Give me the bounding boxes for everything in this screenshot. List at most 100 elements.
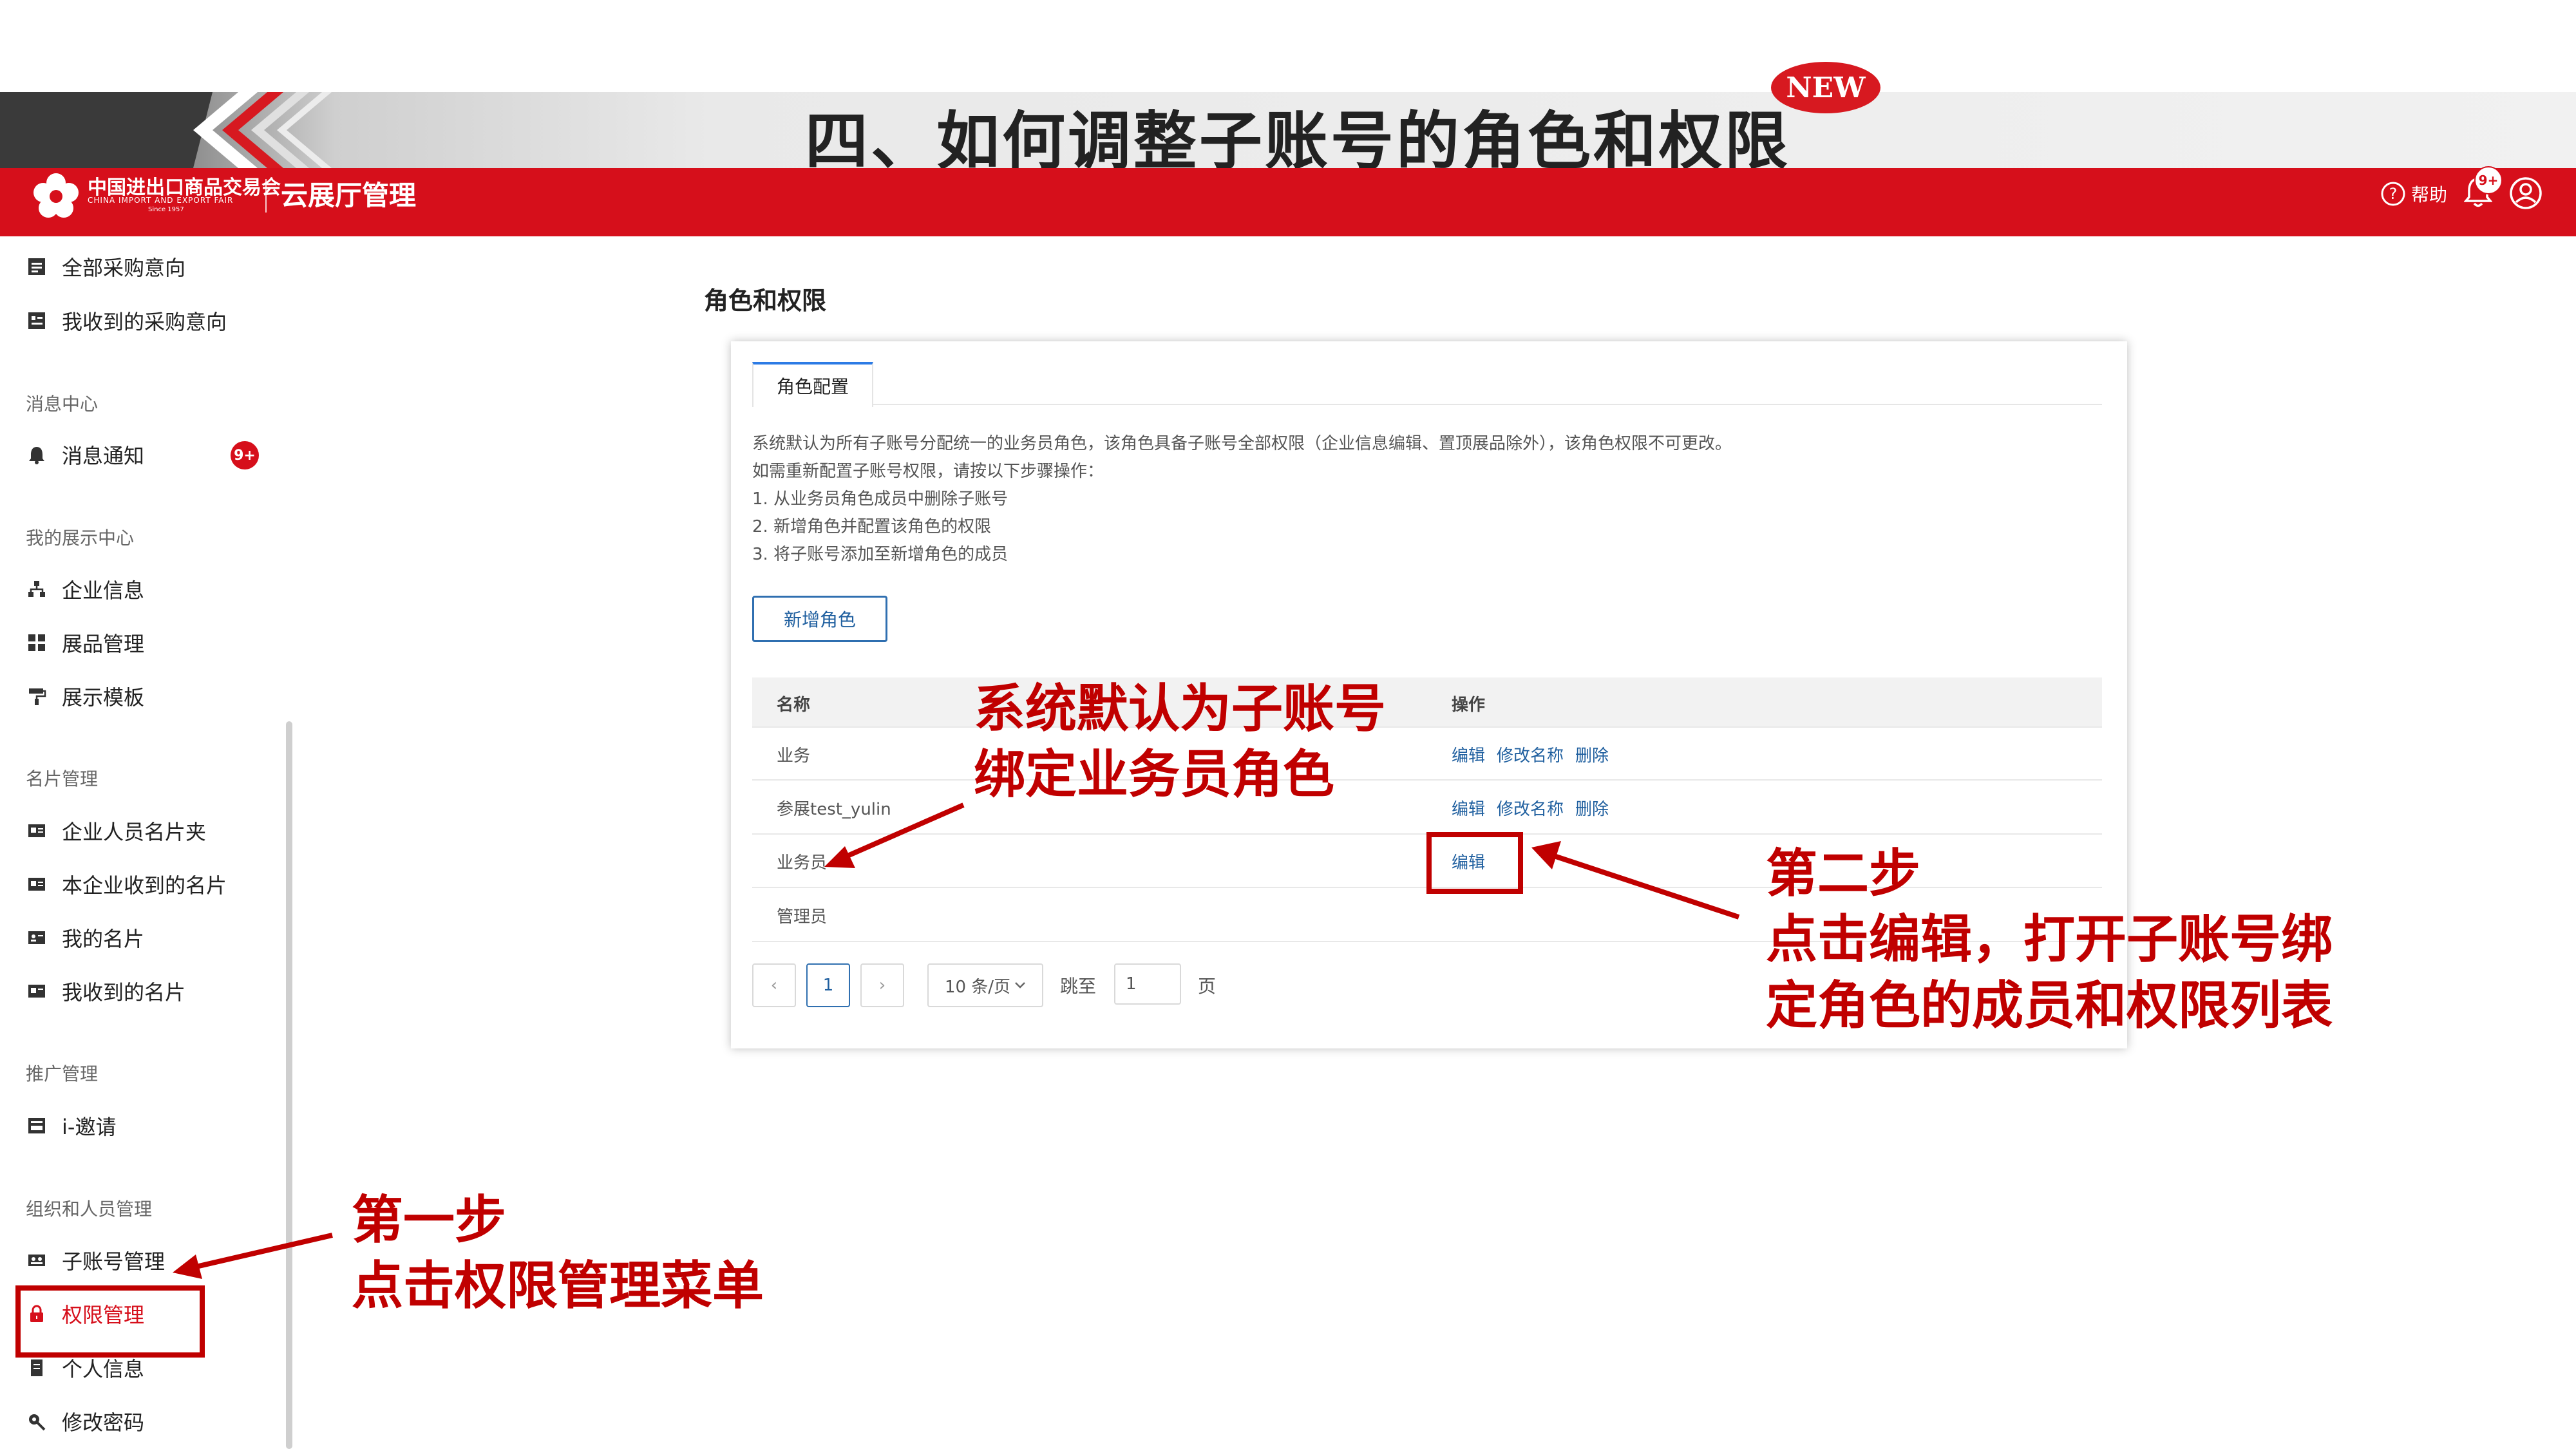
tab-role-config[interactable]: 角色配置	[752, 362, 873, 407]
description-line: 2. 新增角色并配置该角色的权限	[752, 517, 992, 536]
brand-title[interactable]: 云展厅管理	[281, 174, 416, 213]
step2-annotation: 第二步 点击编辑，打开子账号绑 定角色的成员和权限列表	[1766, 841, 2333, 1039]
sidebar-section-messages: 消息中心	[26, 393, 99, 415]
card-icon	[26, 873, 48, 895]
delete-link[interactable]: 删除	[1575, 796, 1609, 820]
arrow-to-edit-icon	[1531, 841, 1740, 920]
row-divider	[752, 779, 2102, 781]
sidebar-item-label: 企业信息	[62, 578, 145, 603]
sidebar-item-staff-cards[interactable]: 企业人员名片夹	[26, 811, 206, 850]
sidebar-item-label: 展品管理	[62, 632, 145, 656]
page-size-select[interactable]: 10 条/页	[927, 963, 1043, 1007]
table-header	[752, 677, 2102, 726]
sidebar-item-label: 本企业收到的名片	[62, 873, 227, 898]
logo-since: Since 1957	[148, 206, 184, 213]
invite-icon	[26, 1115, 48, 1137]
role-annotation: 系统默认为子账号 绑定业务员角色	[974, 676, 1386, 808]
sidebar-item-all-purchase[interactable]: 全部采购意向	[26, 247, 185, 286]
sidebar-section-exhibit: 我的展示中心	[26, 527, 135, 549]
sidebar-item-label: 企业人员名片夹	[62, 820, 207, 844]
grid-icon	[26, 632, 48, 654]
rename-link[interactable]: 修改名称	[1497, 743, 1564, 766]
column-header-name: 名称	[777, 696, 811, 715]
description-line: 3. 将子账号添加至新增角色的成员	[752, 545, 1009, 564]
users-icon	[26, 1249, 48, 1271]
jump-label: 跳至	[1060, 976, 1097, 997]
chevron-decoration	[0, 92, 332, 168]
sidebar-item-invite[interactable]: i-邀请	[26, 1106, 116, 1145]
sidebar-item-notifications[interactable]: 消息通知	[26, 435, 144, 474]
sidebar-scrollbar[interactable]	[286, 721, 292, 1449]
description-line: 系统默认为所有子账号分配统一的业务员角色，该角色具备子账号全部权限（企业信息编辑…	[752, 434, 1732, 453]
step1-annotation: 第一步 点击权限管理菜单	[352, 1188, 764, 1320]
column-header-actions: 操作	[1452, 696, 1486, 715]
sidebar-item-label: i-邀请	[62, 1115, 117, 1139]
prev-page-button[interactable]: ‹	[752, 963, 796, 1007]
add-role-button[interactable]: 新增角色	[752, 596, 887, 642]
edit-link[interactable]: 编辑	[1452, 796, 1485, 820]
id-card-icon	[26, 927, 48, 949]
sidebar-item-my-card[interactable]: 我的名片	[26, 918, 144, 957]
role-annotation-line: 绑定业务员角色	[974, 744, 1334, 805]
step2-annotation-line: 定角色的成员和权限列表	[1766, 975, 2333, 1036]
sidebar-item-received-purchase[interactable]: 我收到的采购意向	[26, 301, 227, 340]
user-avatar-icon[interactable]	[2509, 176, 2543, 210]
logo-text-en: CHINA IMPORT AND EXPORT FAIR	[88, 196, 234, 205]
delete-link[interactable]: 删除	[1575, 743, 1609, 766]
header-divider	[265, 179, 267, 213]
bell-icon	[26, 444, 48, 466]
page-size-value: 10 条/页	[944, 977, 1011, 997]
notification-count-badge: 9+	[231, 441, 259, 469]
sidebar-item-label: 修改密码	[62, 1410, 145, 1435]
edit-highlight-box	[1426, 832, 1523, 894]
sidebar-item-company-info[interactable]: 企业信息	[26, 570, 144, 609]
sidebar-item-templates[interactable]: 展示模板	[26, 677, 144, 715]
sidebar-section-org: 组织和人员管理	[26, 1198, 153, 1220]
new-badge: NEW	[1771, 62, 1880, 113]
document-icon	[26, 1357, 48, 1379]
role-name-cell: 管理员	[777, 907, 828, 927]
sidebar-section-promo: 推广管理	[26, 1063, 99, 1084]
page-1-button[interactable]: 1	[806, 963, 850, 1007]
step1-annotation-line: 第一步	[352, 1190, 506, 1250]
rename-link[interactable]: 修改名称	[1497, 796, 1564, 820]
sidebar-item-sub-accounts[interactable]: 子账号管理	[26, 1241, 165, 1280]
permissions-highlight-box	[15, 1285, 205, 1358]
tab-bar	[752, 404, 2102, 405]
paint-roller-icon	[26, 685, 48, 707]
step2-annotation-line: 第二步	[1766, 844, 1920, 904]
description-line: 1. 从业务员角色成员中删除子账号	[752, 489, 1009, 509]
sidebar-item-change-password[interactable]: 修改密码	[26, 1402, 144, 1441]
step1-annotation-line: 点击权限管理菜单	[352, 1256, 764, 1316]
notification-badge: 9+	[2474, 166, 2503, 194]
role-annotation-line: 系统默认为子账号	[974, 679, 1386, 739]
page-title: 角色和权限	[704, 287, 827, 315]
row-divider	[752, 726, 2102, 728]
page-suffix: 页	[1198, 976, 1217, 997]
chevron-down-icon	[1015, 982, 1025, 989]
arrow-to-sub-accounts-icon	[173, 1233, 333, 1279]
card-icon	[26, 820, 48, 842]
key-icon	[26, 1410, 48, 1432]
svg-text:?: ?	[2389, 185, 2398, 203]
help-label: 帮助	[2411, 184, 2448, 205]
help-icon: ?	[2381, 182, 2405, 206]
canton-fair-logo-icon	[33, 173, 79, 218]
sidebar-item-label: 子账号管理	[62, 1249, 166, 1274]
list-icon	[26, 256, 48, 278]
next-page-button[interactable]: ›	[860, 963, 904, 1007]
org-chart-icon	[26, 578, 48, 600]
sidebar-item-my-received-cards[interactable]: 我收到的名片	[26, 972, 185, 1010]
step2-annotation-line: 点击编辑，打开子账号绑	[1766, 909, 2333, 970]
description-line: 如需重新配置子账号权限，请按以下步骤操作：	[752, 462, 1104, 481]
jump-page-input[interactable]: 1	[1114, 963, 1181, 1005]
sidebar-item-label: 消息通知	[62, 444, 145, 468]
inbox-list-icon	[26, 310, 48, 332]
help-button[interactable]: ? 帮助	[2380, 178, 2447, 210]
sidebar-item-products[interactable]: 展品管理	[26, 623, 144, 662]
sidebar-item-label: 展示模板	[62, 685, 145, 710]
edit-link[interactable]: 编辑	[1452, 743, 1485, 766]
card-icon	[26, 980, 48, 1002]
sidebar-item-company-received-cards[interactable]: 本企业收到的名片	[26, 865, 227, 904]
sidebar-item-label: 我收到的名片	[62, 980, 186, 1005]
